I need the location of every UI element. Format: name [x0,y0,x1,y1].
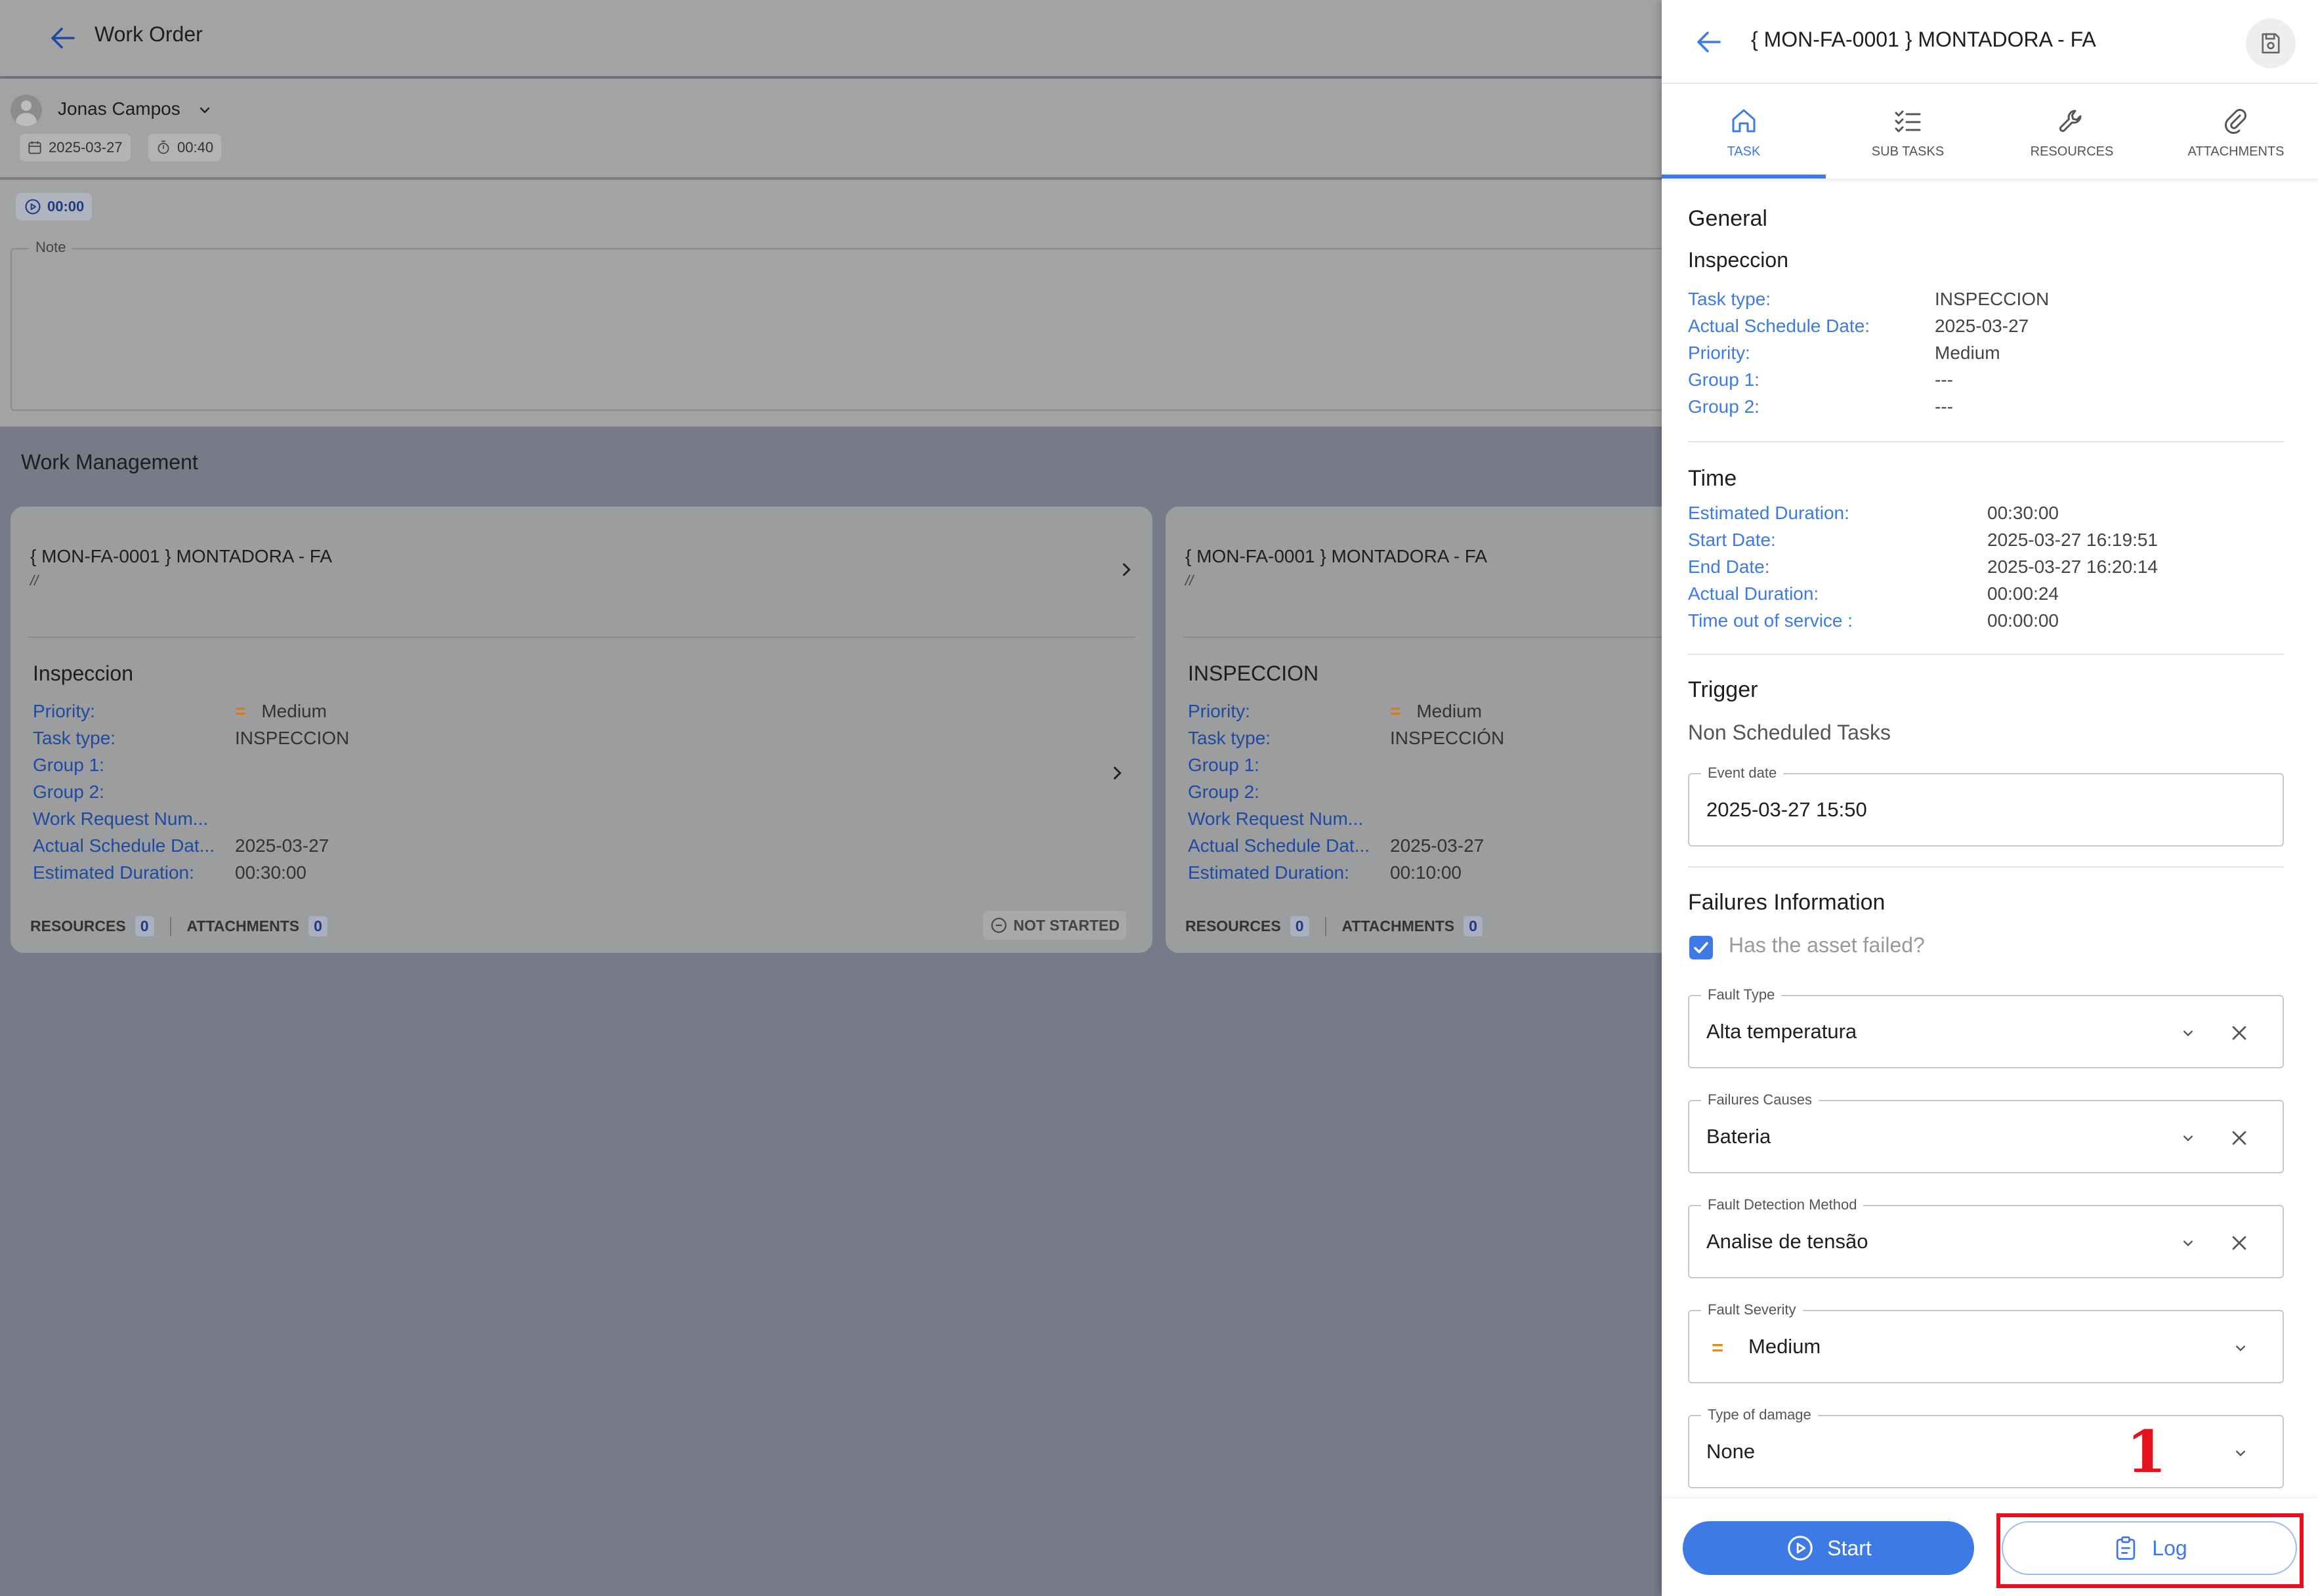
trigger-subtitle: Non Scheduled Tasks [1688,721,1891,744]
work-card[interactable]: { MON-FA-0001 } MONTADORA - FA // INSPEC… [1166,507,1717,953]
back-arrow-icon[interactable] [1693,26,1725,58]
resources-count: 0 [135,916,154,936]
work-management-title: Work Management [21,450,198,474]
play-circle-icon [25,199,41,215]
divider [1183,637,1700,638]
close-icon[interactable] [2227,1126,2251,1150]
general-title: General [1688,206,1767,231]
fault-type-select[interactable]: Fault Type Alta temperatura [1688,986,2284,1068]
note-section: 00:00 Note [0,180,1677,427]
chevron-right-icon[interactable] [1117,560,1135,579]
failures-causes-select[interactable]: Failures Causes Bateria [1688,1091,2284,1173]
divider [28,637,1135,638]
task-name: Inspeccion [33,662,133,685]
work-order-page: Work Order Jonas Campos 2025-03-27 00:40… [0,0,1717,1596]
start-button[interactable]: Start [1683,1521,1974,1575]
card-footer: RESOURCES 0 ATTACHMENTS 0 [1185,916,1483,936]
save-button[interactable] [2246,18,2296,68]
chevron-down-icon[interactable] [2231,1444,2250,1462]
paperclip-icon [2225,108,2246,134]
event-date-value: 2025-03-27 15:50 [1706,798,1867,821]
panel-tabs: TASK SUB TASKS RESOURCES ATTACHMENTS [1662,85,2318,178]
attachments-count: 0 [1464,916,1483,936]
task-detail-panel: { MON-FA-0001 } MONTADORA - FA TASK SUB … [1662,0,2318,1596]
type-of-damage-select[interactable]: Type of damage None [1688,1406,2284,1488]
panel-title: { MON-FA-0001 } MONTADORA - FA [1751,28,2096,51]
status-badge: NOT STARTED [983,911,1126,940]
chevron-down-icon[interactable] [2179,1234,2197,1252]
event-date-field[interactable]: Event date 2025-03-27 15:50 [1688,765,2284,847]
card-title: { MON-FA-0001 } MONTADORA - FA [1185,546,1488,566]
attachments-count: 0 [308,916,327,936]
user-bar: Jonas Campos 2025-03-27 00:40 [0,79,1662,177]
date-chip: 2025-03-27 [20,134,131,161]
time-row: Estimated Duration: 00:30:00 [1688,503,2059,523]
close-icon[interactable] [2227,1231,2251,1255]
calendar-icon [28,141,41,154]
avatar [11,94,42,126]
close-icon[interactable] [2227,1021,2251,1045]
time-row: Start Date: 2025-03-27 16:19:51 [1688,530,2158,550]
chevron-down-icon[interactable] [197,102,213,118]
priority-medium-icon: = [1712,1336,1724,1359]
save-icon [2262,33,2280,54]
failures-title: Failures Information [1688,890,1886,915]
step-marker: 1 [2126,1418,2167,1486]
tab-sub-tasks[interactable]: SUB TASKS [1826,85,1990,178]
tab-attachments[interactable]: ATTACHMENTS [2154,85,2318,178]
highlight-box [1996,1513,2304,1588]
checklist-icon [1895,110,1921,132]
general-row: Group 1: --- [1688,369,1953,390]
general-row: Group 2: --- [1688,396,1953,417]
play-circle-icon [1788,1536,1813,1561]
timer-chip: 00:00 [16,193,93,220]
home-icon [1732,109,1756,132]
divider [1688,866,2284,868]
tab-resources[interactable]: RESOURCES [1990,85,2154,178]
chevron-down-icon[interactable] [2231,1339,2250,1357]
time-row: Actual Duration: 00:00:24 [1688,583,2059,604]
panel-header: { MON-FA-0001 } MONTADORA - FA [1662,0,2318,84]
general-row: Priority: Medium [1688,343,2000,363]
time-title: Time [1688,466,1737,491]
priority-medium-icon: = [1390,701,1401,721]
general-row: Actual Schedule Date: 2025-03-27 [1688,316,2029,336]
divider [1688,441,2284,442]
checkmark-icon [1694,942,1708,954]
chevron-down-icon[interactable] [2179,1024,2197,1042]
card-footer: RESOURCES 0 ATTACHMENTS 0 [30,916,327,936]
note-input[interactable]: Note [11,239,1677,411]
asset-failed-checkbox[interactable] [1689,936,1713,959]
wrench-icon [2059,110,2082,132]
resources-count: 0 [1290,916,1309,936]
chevron-right-icon[interactable] [1108,764,1126,782]
general-row: Task type: INSPECCION [1688,289,2050,309]
chevron-down-icon[interactable] [2179,1129,2197,1147]
card-subtitle: // [1185,572,1194,589]
work-card[interactable]: { MON-FA-0001 } MONTADORA - FA // Inspec… [11,507,1152,953]
general-task-name: Inspeccion [1688,248,1788,272]
duration-chip: 00:40 [148,134,222,161]
task-name: INSPECCION [1188,662,1319,685]
asset-failed-label: Has the asset failed? [1729,933,1925,957]
trigger-title: Trigger [1688,677,1758,702]
time-row: Time out of service :00:00:00 [1688,610,2059,631]
fault-detection-method-select[interactable]: Fault Detection Method Analise de tensão [1688,1196,2284,1278]
fault-severity-select[interactable]: Fault Severity = Medium [1688,1301,2284,1383]
card-title: { MON-FA-0001 } MONTADORA - FA [30,546,333,566]
tab-task[interactable]: TASK [1662,85,1826,178]
page-title: Work Order [95,22,203,46]
note-label: Note [29,239,73,256]
priority-medium-icon: = [235,701,246,721]
divider [1688,654,2284,655]
work-order-header: Work Order [0,0,1662,76]
card-subtitle: // [30,572,39,589]
minus-circle-icon [991,917,1007,933]
user-name[interactable]: Jonas Campos [58,98,180,119]
time-row: End Date: 2025-03-27 16:20:14 [1688,556,2158,577]
stopwatch-icon [158,140,169,154]
back-arrow-icon[interactable] [47,22,79,54]
